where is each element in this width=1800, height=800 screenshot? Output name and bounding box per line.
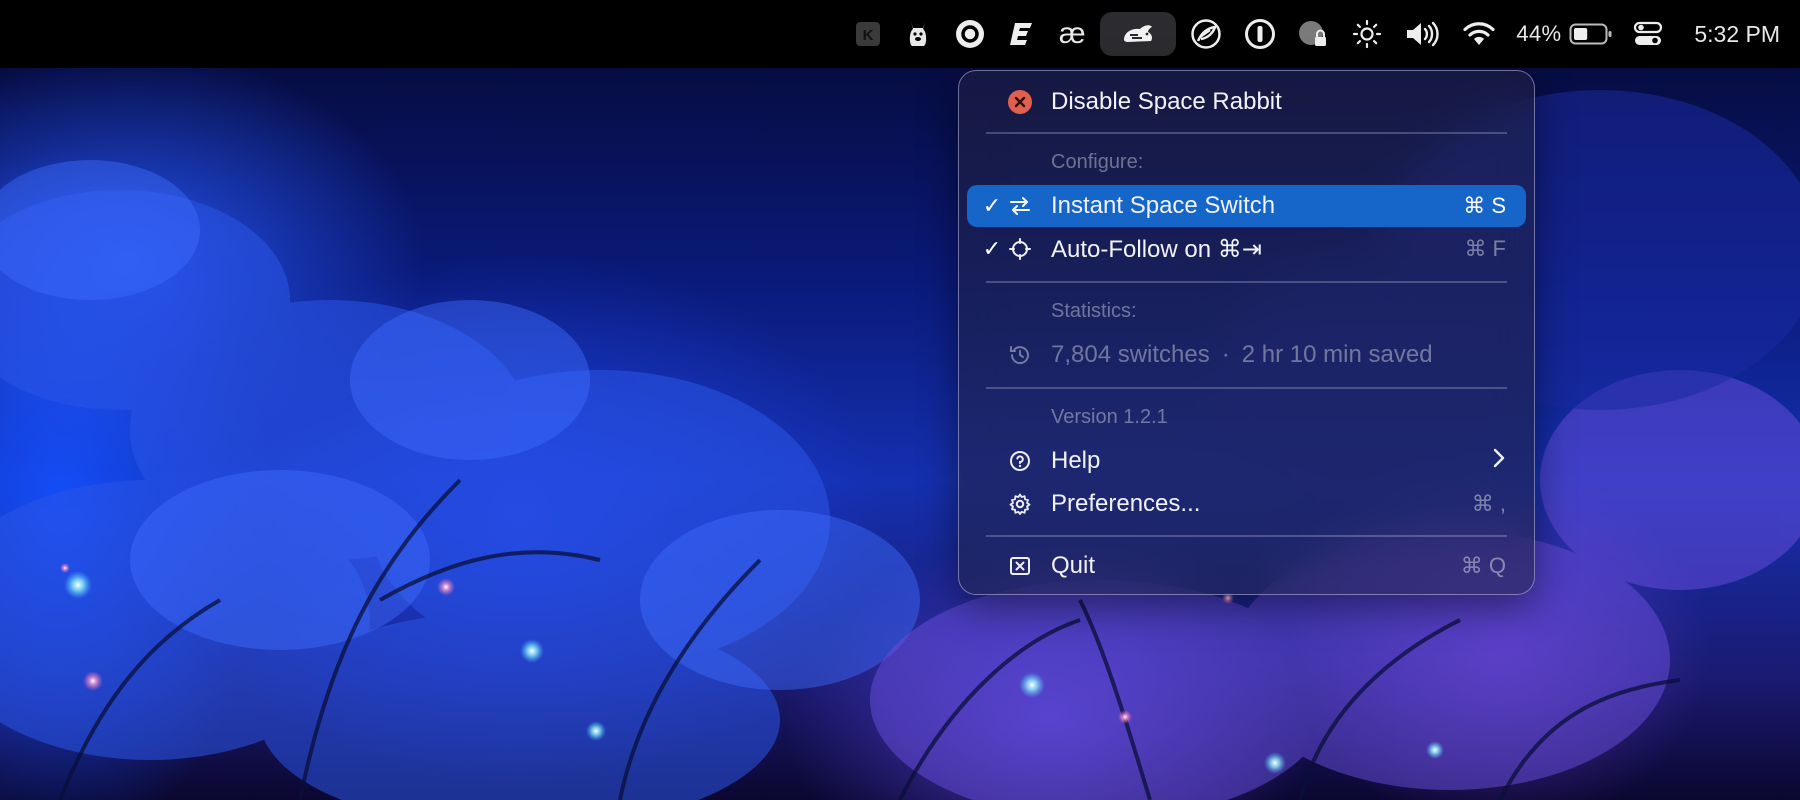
statistics-header: Statistics: — [1051, 300, 1137, 322]
disable-space-rabbit-item[interactable]: Disable Space Rabbit — [967, 81, 1526, 123]
wifi-icon[interactable] — [1454, 12, 1504, 56]
quit-item[interactable]: Quit ⌘ Q — [967, 545, 1526, 587]
statistics-item: 7,804 switches · 2 hr 10 min saved — [967, 334, 1526, 376]
configure-header: Configure: — [1051, 151, 1144, 173]
instant-space-switch-shortcut: ⌘ S — [1463, 193, 1506, 218]
battery-fill — [1574, 28, 1588, 40]
menu-separator — [986, 387, 1507, 389]
control-center-icon[interactable] — [1625, 12, 1671, 56]
version-label: Version 1.2.1 — [1051, 406, 1168, 428]
onepassword-icon[interactable] — [1236, 12, 1284, 56]
auto-follow-item[interactable]: ✓ Auto-Follow on ⌘⇥ ⌘ F — [967, 228, 1526, 270]
help-label: Help — [1051, 447, 1101, 474]
space-rabbit-icon[interactable] — [1100, 12, 1177, 56]
preferences-item[interactable]: Preferences... ⌘ , — [967, 483, 1526, 525]
battery-icon — [1569, 23, 1612, 45]
menu-separator — [986, 535, 1507, 537]
svg-text:K: K — [863, 27, 874, 44]
auto-follow-label: Auto-Follow on ⌘⇥ — [1051, 235, 1262, 263]
menu-separator — [986, 132, 1507, 134]
instant-space-switch-item[interactable]: ✓ Instant Space Switch ⌘ S — [967, 185, 1526, 227]
preferences-label: Preferences... — [1051, 490, 1201, 517]
brightness-icon[interactable] — [1344, 12, 1390, 56]
k-app-icon[interactable]: K — [846, 12, 890, 56]
e-app-icon[interactable] — [1000, 12, 1044, 56]
menu-bar: K æ 44% 5:32 PM — [0, 0, 1800, 68]
gear-icon — [1007, 491, 1033, 517]
checkmark-icon: ✓ — [982, 193, 1002, 218]
quit-shortcut: ⌘ Q — [1460, 553, 1506, 578]
privacy-lock-icon[interactable] — [1290, 12, 1338, 56]
swap-arrows-icon — [1007, 193, 1033, 219]
auto-follow-shortcut: ⌘ F — [1464, 236, 1506, 261]
statistics-label: 7,804 switches · 2 hr 10 min saved — [1051, 341, 1433, 369]
question-circle-icon — [1007, 448, 1033, 474]
quit-x-square-icon — [1007, 553, 1033, 579]
checkmark-icon: ✓ — [982, 236, 1002, 261]
ae-app-icon[interactable]: æ — [1050, 12, 1094, 56]
space-rabbit-menu: Disable Space Rabbit Configure: ✓ Instan… — [958, 70, 1535, 595]
ring-app-icon[interactable] — [946, 12, 994, 56]
help-item[interactable]: Help — [967, 440, 1526, 482]
battery-percent: 44% — [1516, 21, 1562, 46]
quit-label: Quit — [1051, 552, 1096, 579]
menu-separator — [986, 281, 1507, 283]
preferences-shortcut: ⌘ , — [1471, 491, 1506, 516]
stat-separator: · — [1221, 341, 1230, 368]
time-saved: 2 hr 10 min saved — [1241, 341, 1433, 368]
instant-space-switch-label: Instant Space Switch — [1051, 192, 1276, 219]
feather-app-icon[interactable] — [1182, 12, 1230, 56]
history-clock-icon — [1007, 342, 1033, 368]
switch-count: 7,804 switches — [1051, 341, 1210, 368]
llama-app-icon[interactable] — [896, 12, 940, 56]
disable-label: Disable Space Rabbit — [1051, 88, 1282, 115]
crosshair-icon — [1007, 236, 1033, 262]
battery-status[interactable]: 44% — [1510, 12, 1619, 56]
volume-icon[interactable] — [1396, 12, 1448, 56]
disable-x-icon — [1007, 89, 1033, 115]
clock[interactable]: 5:32 PM — [1694, 21, 1780, 48]
chevron-right-icon — [1492, 448, 1506, 474]
